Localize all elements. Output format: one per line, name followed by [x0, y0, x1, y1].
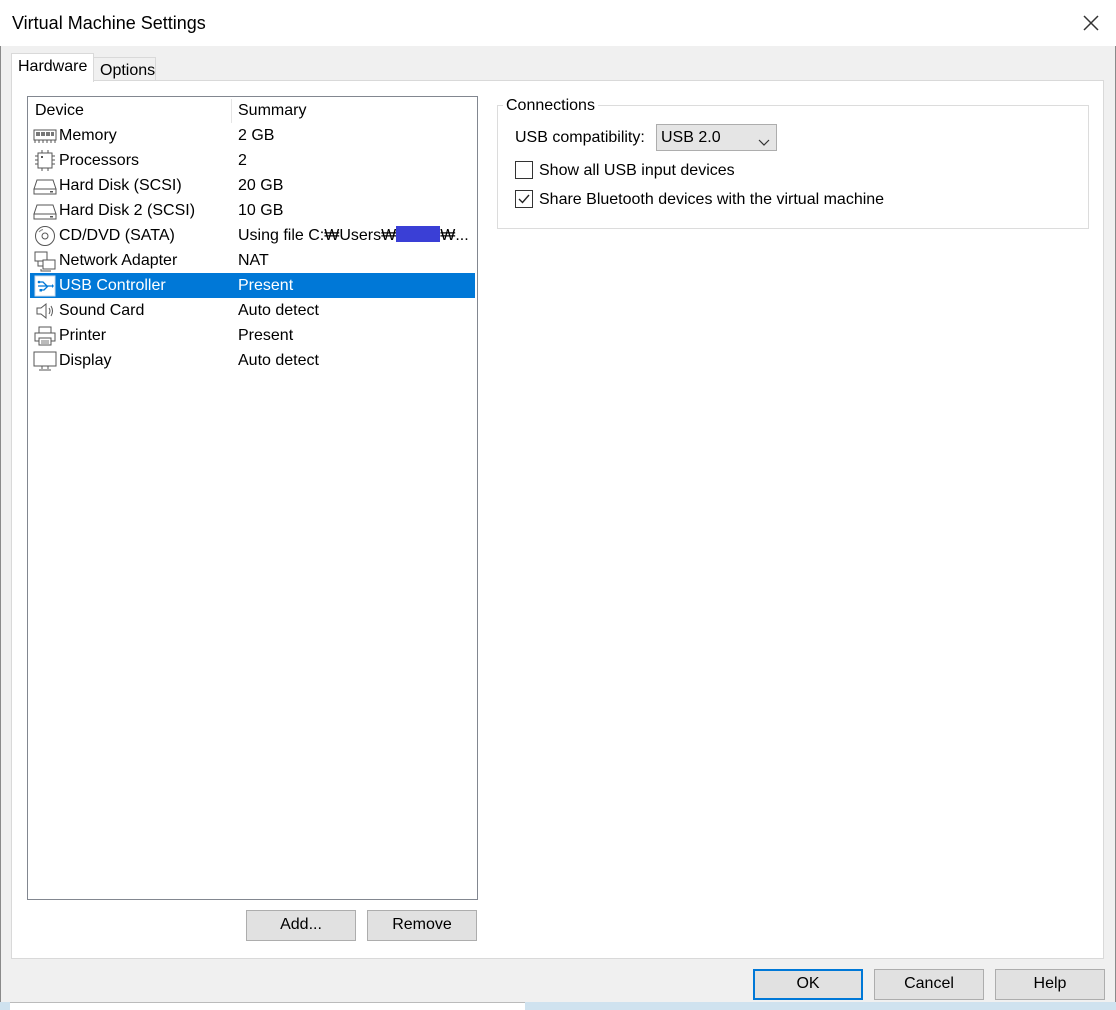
- summary-path-suffix: ₩...: [440, 227, 469, 244]
- tab-hardware[interactable]: Hardware: [11, 53, 94, 82]
- device-name: USB Controller: [59, 277, 166, 294]
- cd-dvd-icon: [33, 225, 57, 247]
- device-row-memory[interactable]: Memory 2 GB: [30, 123, 475, 148]
- device-summary: 2 GB: [238, 127, 275, 144]
- help-button[interactable]: Help: [995, 969, 1105, 1000]
- remove-button[interactable]: Remove: [367, 910, 477, 941]
- device-row-sound-card[interactable]: Sound Card Auto detect: [30, 298, 475, 323]
- device-name: Memory: [59, 127, 117, 144]
- checkmark-icon: [516, 191, 532, 207]
- column-header-summary[interactable]: Summary: [238, 100, 306, 122]
- device-row-usb-controller[interactable]: USB Controller Present: [30, 273, 475, 298]
- column-header-device[interactable]: Device: [35, 100, 84, 122]
- summary-path-prefix: Using file C:₩Users₩: [238, 227, 397, 244]
- sound-card-icon: [33, 300, 57, 322]
- device-summary: 2: [238, 152, 247, 169]
- device-name: Processors: [59, 152, 140, 169]
- device-name: Hard Disk 2 (SCSI): [59, 202, 196, 219]
- add-button[interactable]: Add...: [246, 910, 356, 941]
- usb-compatibility-value: USB 2.0: [661, 129, 721, 146]
- device-name: Hard Disk (SCSI): [59, 177, 182, 194]
- device-name: Printer: [59, 327, 107, 344]
- display-icon: [33, 350, 57, 372]
- processor-icon: [33, 150, 57, 172]
- device-summary: Auto detect: [238, 352, 319, 369]
- usb-icon: [33, 275, 57, 297]
- tab-options[interactable]: Options: [93, 57, 156, 82]
- device-summary: 20 GB: [238, 177, 284, 194]
- memory-icon: [33, 125, 57, 147]
- share-bluetooth-label[interactable]: Share Bluetooth devices with the virtual…: [539, 190, 884, 210]
- device-list[interactable]: Device Summary Memory 2 GB Processors 2 …: [27, 96, 478, 900]
- device-name: Network Adapter: [59, 252, 178, 269]
- show-all-usb-checkbox[interactable]: [515, 161, 533, 179]
- usb-compatibility-label: USB compatibility:: [515, 129, 645, 146]
- device-summary: 10 GB: [238, 202, 284, 219]
- device-summary: Present: [238, 327, 294, 344]
- column-separator[interactable]: [231, 99, 232, 123]
- device-row-hard-disk-2[interactable]: Hard Disk 2 (SCSI) 10 GB: [30, 198, 475, 223]
- usb-compatibility-select[interactable]: USB 2.0: [656, 124, 777, 151]
- close-button[interactable]: [1078, 10, 1104, 36]
- device-summary: NAT: [238, 252, 269, 269]
- device-name: CD/DVD (SATA): [59, 227, 175, 244]
- title-bar[interactable]: Virtual Machine Settings: [0, 0, 1116, 46]
- window-title: Virtual Machine Settings: [12, 13, 206, 33]
- device-summary: Auto detect: [238, 302, 319, 319]
- cancel-button[interactable]: Cancel: [874, 969, 984, 1000]
- close-icon: [1078, 10, 1104, 36]
- share-bluetooth-checkbox[interactable]: [515, 190, 533, 208]
- device-name: Display: [59, 352, 112, 369]
- ok-button[interactable]: OK: [753, 969, 863, 1000]
- device-name: Sound Card: [59, 302, 145, 319]
- network-adapter-icon: [33, 250, 57, 272]
- device-row-printer[interactable]: Printer Present: [30, 323, 475, 348]
- window-border-left: [0, 0, 1, 1010]
- hard-disk-icon: [33, 175, 57, 197]
- hard-disk-icon: [33, 200, 57, 222]
- device-row-display[interactable]: Display Auto detect: [30, 348, 475, 373]
- device-row-processors[interactable]: Processors 2: [30, 148, 475, 173]
- connections-group-label: Connections: [503, 96, 598, 116]
- device-summary: Present: [238, 277, 294, 294]
- device-row-cd-dvd[interactable]: CD/DVD (SATA) Using file C:₩Users₩ ₩...: [30, 223, 475, 248]
- device-summary: Using file C:₩Users₩ ₩...: [238, 223, 469, 248]
- show-all-usb-label[interactable]: Show all USB input devices: [539, 161, 735, 181]
- device-row-hard-disk[interactable]: Hard Disk (SCSI) 20 GB: [30, 173, 475, 198]
- printer-icon: [33, 325, 57, 347]
- redacted-username: [396, 226, 441, 242]
- taskbar-window-edge: [10, 1002, 525, 1010]
- device-row-network-adapter[interactable]: Network Adapter NAT: [30, 248, 475, 273]
- chevron-down-icon: [758, 134, 770, 152]
